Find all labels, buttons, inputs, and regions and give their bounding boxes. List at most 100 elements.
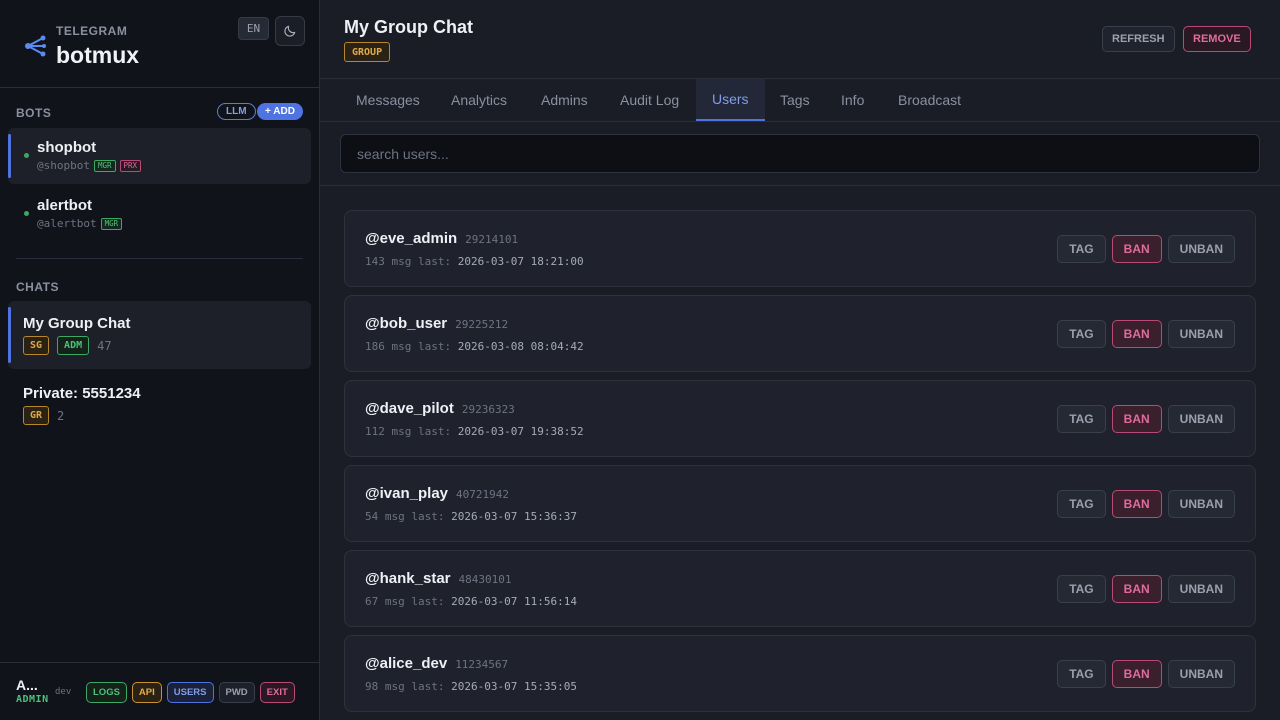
current-user-role: ADMIN [16,694,49,705]
tab-tags[interactable]: Tags [764,79,826,121]
chat-name: Private: 5551234 [23,385,141,402]
ban-user-button[interactable]: BAN [1111,235,1162,263]
bot-handle-text: @shopbot [37,159,90,172]
ban-user-button[interactable]: BAN [1111,660,1162,688]
ban-user-button[interactable]: BAN [1111,575,1162,603]
username[interactable]: @bob_user [365,315,447,332]
tab-info[interactable]: Info [825,79,880,121]
unban-user-button[interactable]: UNBAN [1167,490,1235,518]
ban-user-button[interactable]: BAN [1111,490,1162,518]
chat-header: My Group Chat GROUP REFRESH REMOVE [320,0,1280,79]
user-actions: TAG BAN UNBAN [1057,575,1235,603]
remove-button[interactable]: REMOVE [1183,26,1251,52]
users-button[interactable]: USERS [166,682,214,703]
user-name-row: @ivan_play 40721942 [365,485,509,502]
llm-button[interactable]: LLM [217,103,256,120]
footer-buttons: LOGS API USERS PWD EXIT [86,682,295,703]
add-bot-button[interactable]: + ADD [257,103,303,120]
logs-button[interactable]: LOGS [86,682,127,703]
last-seen-time: 2026-03-07 11:56:14 [451,595,577,608]
message-count: 98 [365,680,379,693]
tag-user-button[interactable]: TAG [1057,320,1106,348]
username[interactable]: @alice_dev [365,655,447,672]
user-meta: 186 msg last: 2026-03-08 08:04:42 [365,340,584,353]
tab-analytics[interactable]: Analytics [435,79,523,121]
exit-button[interactable]: EXIT [259,682,295,703]
ban-user-button[interactable]: BAN [1111,320,1162,348]
message-count-label: msg [391,425,412,438]
tab-broadcast[interactable]: Broadcast [882,79,977,121]
tag-user-button[interactable]: TAG [1057,405,1106,433]
tab-admins[interactable]: Admins [525,79,604,121]
tab-messages[interactable]: Messages [340,79,436,121]
bot-name: alertbot [37,197,93,214]
password-button[interactable]: PWD [218,682,255,703]
message-count-label: msg [384,595,405,608]
current-user-name: A... [16,677,38,693]
user-name-row: @dave_pilot 29236323 [365,400,515,417]
search-users-input[interactable] [340,134,1260,173]
page-title: My Group Chat [344,17,473,37]
unban-user-button[interactable]: UNBAN [1167,660,1235,688]
tab-audit-log[interactable]: Audit Log [604,79,695,121]
unban-user-button[interactable]: UNBAN [1167,235,1235,263]
sidebar-footer: A... ADMIN dev LOGS API USERS PWD EXIT [0,662,319,720]
bot-item-shopbot[interactable]: shopbot @shopbot MGR PRX [8,128,311,184]
user-card: @ivan_play 40721942 54 msg last: 2026-03-0… [344,465,1256,542]
chat-meta: GR 2 [23,406,64,425]
user-card: @alice_dev 11234567 98 msg last: 2026-03-0… [344,635,1256,712]
tab-users[interactable]: Users [696,79,765,121]
brand-subtitle: TELEGRAM [56,24,128,38]
tag-user-button[interactable]: TAG [1057,235,1106,263]
unban-user-button[interactable]: UNBAN [1167,320,1235,348]
refresh-button[interactable]: REFRESH [1102,26,1175,52]
username[interactable]: @dave_pilot [365,400,454,417]
unban-user-button[interactable]: UNBAN [1167,575,1235,603]
bot-handle-text: @alertbot [37,217,97,230]
bot-item-alertbot[interactable]: alertbot @alertbot MGR [8,186,311,242]
chat-member-count: 2 [57,408,65,423]
user-name-row: @alice_dev 11234567 [365,655,508,672]
brand-title: botmux [56,42,140,68]
theme-toggle-button[interactable] [275,16,305,46]
sidebar-divider [16,258,303,259]
user-meta: 112 msg last: 2026-03-07 19:38:52 [365,425,584,438]
user-actions: TAG BAN UNBAN [1057,405,1235,433]
tag-user-button[interactable]: TAG [1057,575,1106,603]
language-button[interactable]: EN [238,17,269,40]
user-id: 29236323 [461,403,515,416]
chat-type-badge: GROUP [344,42,391,62]
environment-label: dev [55,687,72,697]
tag-user-button[interactable]: TAG [1057,660,1106,688]
user-card: @hank_star 48430101 67 msg last: 2026-03-0… [344,550,1256,627]
api-button[interactable]: API [131,682,162,703]
user-meta: 54 msg last: 2026-03-07 15:36:37 [365,510,577,523]
bot-tag-mgr: MGR [100,217,123,230]
last-seen-label: last: [418,340,452,353]
bot-tag-mgr: MGR [93,159,116,172]
ban-user-button[interactable]: BAN [1111,405,1162,433]
share-nodes-icon [25,35,46,57]
tag-user-button[interactable]: TAG [1057,490,1106,518]
last-seen-label: last: [411,595,445,608]
username[interactable]: @ivan_play [365,485,448,502]
last-seen-label: last: [411,680,445,693]
user-card: @bob_user 29225212 186 msg last: 2026-03-0… [344,295,1256,372]
username[interactable]: @hank_star [365,570,451,587]
user-actions: TAG BAN UNBAN [1057,660,1235,688]
user-name-row: @bob_user 29225212 [365,315,508,332]
search-bar [320,122,1280,186]
user-meta: 98 msg last: 2026-03-07 15:35:05 [365,680,577,693]
chats-section-label: CHATS [16,280,59,294]
username[interactable]: @eve_admin [365,230,457,247]
user-id: 48430101 [458,573,512,586]
last-seen-label: last: [411,510,445,523]
message-count: 54 [365,510,379,523]
message-count-label: msg [384,510,405,523]
last-seen-time: 2026-03-07 15:35:05 [451,680,577,693]
chat-item-private[interactable]: Private: 5551234 GR 2 [8,371,311,439]
chat-item-my-group-chat[interactable]: My Group Chat SG ADM 47 [8,301,311,369]
unban-user-button[interactable]: UNBAN [1167,405,1235,433]
user-card: @dave_pilot 29236323 112 msg last: 2026-03… [344,380,1256,457]
user-id: 29225212 [455,318,509,331]
